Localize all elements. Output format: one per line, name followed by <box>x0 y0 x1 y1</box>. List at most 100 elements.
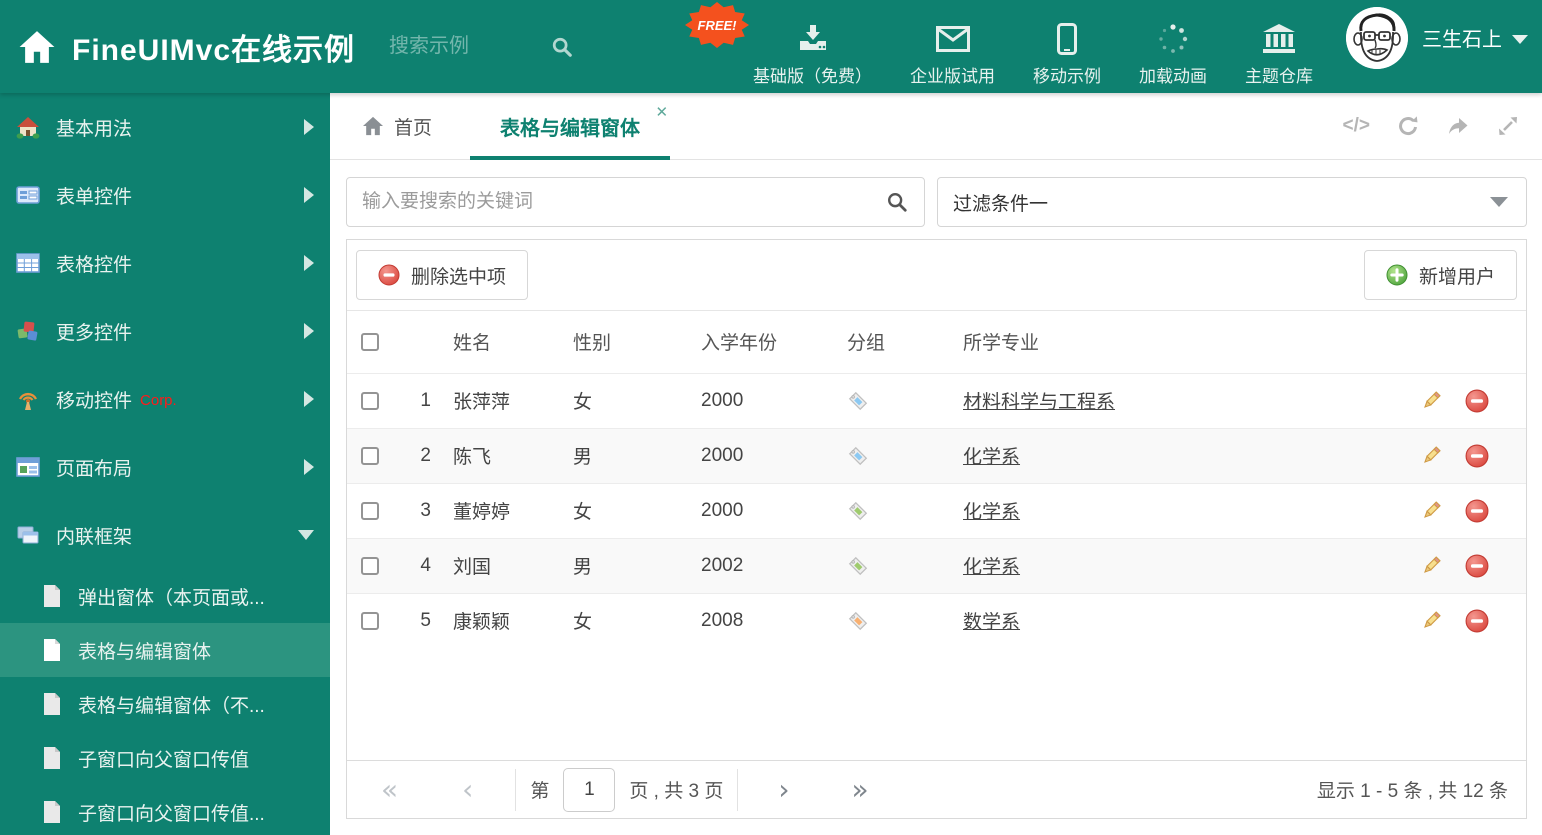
delete-row-icon[interactable] <box>1465 444 1489 468</box>
sidebar-item-grid-controls[interactable]: 表格控件 <box>0 229 330 297</box>
refresh-icon[interactable] <box>1396 114 1420 138</box>
next-page-button[interactable]: › <box>778 775 789 804</box>
major-link[interactable]: 材料科学与工程系 <box>963 392 1115 413</box>
expand-icon[interactable] <box>1496 114 1520 138</box>
sidebar-subitem-popup-window[interactable]: 弹出窗体（本页面或... <box>0 569 330 623</box>
sidebar-subitem-label: 表格与编辑窗体（不... <box>78 695 265 717</box>
nav-mobile-demo[interactable]: 移动示例 <box>1033 7 1101 87</box>
cell-name: 张萍萍 <box>453 392 511 413</box>
keyword-search-input[interactable] <box>347 191 886 213</box>
cell-year: 2000 <box>701 389 744 411</box>
nav-label: 移动示例 <box>1033 66 1101 86</box>
nav-loading-animation[interactable]: 加载动画 <box>1139 7 1207 87</box>
tab-label: 表格与编辑窗体 <box>500 117 641 140</box>
row-checkbox[interactable] <box>361 611 379 630</box>
filter-dropdown-value: 过滤条件一 <box>953 193 1049 215</box>
sidebar-subitem-grid-edit-window[interactable]: 表格与编辑窗体 <box>0 623 330 677</box>
sidebar-item-mobile-controls[interactable]: 移动控件 Corp. <box>0 365 330 433</box>
avatar <box>1346 6 1408 69</box>
users-table: 姓名 性别 入学年份 分组 所学专业 1 张萍萍 女 2000 材料科学与工程系… <box>347 311 1526 648</box>
file-icon <box>42 800 62 824</box>
cell-gender: 男 <box>573 447 593 468</box>
previous-page-button[interactable]: ‹ <box>462 775 473 804</box>
filter-dropdown[interactable]: 过滤条件一 <box>937 177 1527 227</box>
delete-row-icon[interactable] <box>1465 609 1489 633</box>
edit-pencil-icon[interactable] <box>1419 389 1443 413</box>
nav-label: 主题仓库 <box>1245 66 1313 86</box>
row-checkbox[interactable] <box>361 501 379 520</box>
tab-home[interactable]: 首页 <box>348 93 446 159</box>
edit-pencil-icon[interactable] <box>1419 444 1443 468</box>
add-user-button[interactable]: 新增用户 <box>1363 250 1517 300</box>
phone-icon <box>1057 22 1077 56</box>
table-row[interactable]: 5 康颖颖 女 2008 数学系 <box>347 593 1526 648</box>
page-number-input[interactable] <box>563 767 616 812</box>
sidebar-subitem-child-to-parent-2[interactable]: 子窗口向父窗口传值... <box>0 785 330 835</box>
tag-icon <box>848 611 868 630</box>
sidebar-subitem-child-to-parent[interactable]: 子窗口向父窗口传值 <box>0 731 330 785</box>
source-code-icon[interactable]: </> <box>1343 115 1370 137</box>
sidebar-subitem-grid-edit-window-2[interactable]: 表格与编辑窗体（不... <box>0 677 330 731</box>
sidebar-item-label: 更多控件 <box>56 322 133 344</box>
column-header-name: 姓名 <box>453 333 492 355</box>
tag-icon <box>848 556 868 575</box>
edit-pencil-icon[interactable] <box>1419 499 1443 523</box>
column-header-year: 入学年份 <box>701 333 778 355</box>
column-header-group: 分组 <box>847 333 886 355</box>
edit-pencil-icon[interactable] <box>1419 609 1443 633</box>
table-row[interactable]: 4 刘国 男 2002 化学系 <box>347 538 1526 593</box>
close-icon[interactable]: ✕ <box>655 105 668 120</box>
select-all-checkbox[interactable] <box>361 332 379 351</box>
row-checkbox[interactable] <box>361 556 379 575</box>
grid-toolbar: 删除选中项 新增用户 <box>347 240 1526 311</box>
major-link[interactable]: 数学系 <box>963 612 1020 633</box>
sidebar-item-page-layout[interactable]: 页面布局 <box>0 433 330 501</box>
brand[interactable]: FineUIMvc在线示例 <box>0 25 355 69</box>
row-checkbox[interactable] <box>361 446 379 465</box>
plus-circle-icon <box>1386 264 1408 286</box>
antenna-icon <box>16 387 40 411</box>
layout-icon <box>16 455 40 479</box>
tab-toolbar: </> <box>1317 93 1542 159</box>
table-row[interactable]: 2 陈飞 男 2000 化学系 <box>347 428 1526 483</box>
search-icon[interactable] <box>551 36 573 58</box>
last-page-button[interactable]: » <box>852 775 869 804</box>
sidebar-subitem-label: 表格与编辑窗体 <box>78 641 212 663</box>
delete-selected-button[interactable]: 删除选中项 <box>356 250 529 300</box>
delete-row-icon[interactable] <box>1465 389 1489 413</box>
search-icon[interactable] <box>886 191 908 213</box>
sidebar-item-inline-frames[interactable]: 内联框架 <box>0 501 330 569</box>
cell-name: 刘国 <box>453 557 492 578</box>
cell-gender: 女 <box>573 612 593 634</box>
table-row[interactable]: 1 张萍萍 女 2000 材料科学与工程系 <box>347 373 1526 428</box>
file-icon <box>42 692 62 716</box>
spinner-icon <box>1157 22 1189 56</box>
table-row[interactable]: 3 董婷婷 女 2000 化学系 <box>347 483 1526 538</box>
tab-grid-edit-window[interactable]: 表格与编辑窗体 ✕ <box>470 93 671 160</box>
chevron-right-icon <box>304 323 314 339</box>
user-menu[interactable]: 三生石上 <box>1346 6 1528 69</box>
sidebar-item-basic-usage[interactable]: 基本用法 <box>0 93 330 161</box>
header-search[interactable] <box>387 34 573 59</box>
nav-basic-version[interactable]: 基础版（免费） <box>753 7 872 87</box>
major-link[interactable]: 化学系 <box>963 447 1020 468</box>
sidebar-item-label: 表格控件 <box>56 254 133 276</box>
sidebar-item-label: 基本用法 <box>56 118 133 140</box>
delete-row-icon[interactable] <box>1465 499 1489 523</box>
sidebar-item-more-controls[interactable]: 更多控件 <box>0 297 330 365</box>
first-page-button[interactable]: « <box>381 775 398 804</box>
share-arrow-icon[interactable] <box>1446 114 1470 138</box>
major-link[interactable]: 化学系 <box>963 557 1020 578</box>
delete-selected-label: 删除选中项 <box>411 266 507 288</box>
nav-theme-store[interactable]: 主题仓库 <box>1245 7 1313 87</box>
chevron-down-icon <box>298 530 314 540</box>
column-header-gender: 性别 <box>573 333 612 355</box>
major-link[interactable]: 化学系 <box>963 502 1020 523</box>
nav-label: 加载动画 <box>1139 66 1207 86</box>
row-checkbox[interactable] <box>361 391 379 410</box>
sidebar-item-form-controls[interactable]: 表单控件 <box>0 161 330 229</box>
nav-enterprise-trial[interactable]: 企业版试用 <box>910 7 995 87</box>
delete-row-icon[interactable] <box>1465 554 1489 578</box>
header-search-input[interactable] <box>387 34 538 59</box>
edit-pencil-icon[interactable] <box>1419 554 1443 578</box>
